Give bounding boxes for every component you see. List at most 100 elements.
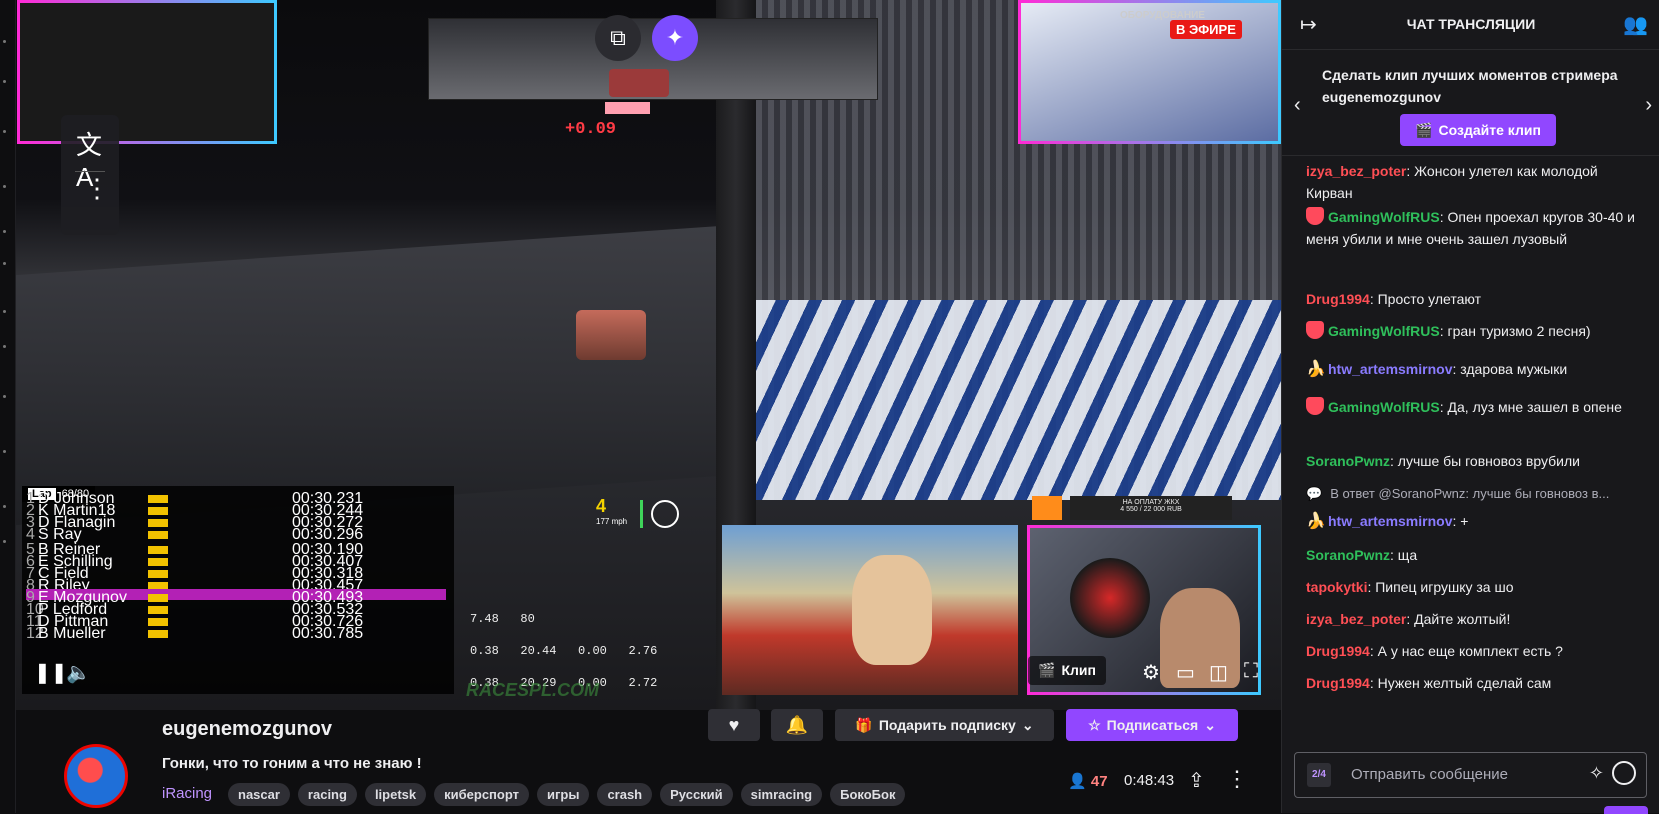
channel-points-icon[interactable]: 2/4 (1307, 763, 1331, 787)
left-nav-strip (0, 0, 16, 813)
chat-text: : Дайте жолтый! (1406, 611, 1511, 627)
chat-username[interactable]: GamingWolfRUS (1328, 209, 1440, 225)
chat-username[interactable]: Drug1994 (1306, 291, 1370, 307)
tag[interactable]: киберспорт (434, 783, 529, 806)
tag[interactable]: БокоБок (830, 783, 906, 806)
heart-icon: ♥ (728, 714, 740, 735)
tag[interactable]: crash (597, 783, 653, 806)
split-view-icon[interactable]: ◫ (1209, 660, 1228, 685)
chat-input[interactable]: 2/4 Отправить сообщение ✧ (1294, 752, 1647, 798)
chat-username[interactable]: GamingWolfRUS (1328, 399, 1440, 415)
table-row: 1D Johnson 00:30.231 (26, 490, 364, 507)
settings-icon[interactable]: ⚙ (1142, 660, 1160, 685)
tag[interactable]: игры (536, 783, 590, 806)
community-icon[interactable]: 👥 (1623, 12, 1648, 37)
chevron-left-icon[interactable]: ‹ (1294, 94, 1301, 117)
table-row: 6E Schilling 00:30.407 (26, 553, 364, 570)
chat-text: : здарова мужыки (1452, 361, 1568, 377)
table-row: 9E Mozgunov 00:30.493 (26, 589, 446, 606)
theatre-mode-icon[interactable]: ▭ (1176, 660, 1195, 685)
table-row: 8R Riley 00:30.457 (26, 577, 364, 594)
clapper-icon: 🎬 (1038, 662, 1056, 678)
gift-icon: 🎁 (855, 716, 873, 733)
chat-username[interactable]: htw_artemsmirnov (1328, 513, 1452, 529)
chat-username[interactable]: izya_bez_poter (1306, 611, 1406, 627)
live-badge: В ЭФИРЕ (1170, 20, 1242, 39)
chevron-down-icon: ⌄ (1204, 716, 1216, 733)
reply-context: 💬 В ответ @SoranoPwnz: лучше бы говновоз … (1306, 486, 1610, 501)
table-row: 12B Mueller 00:30.785 (26, 625, 364, 642)
chat-username[interactable]: GamingWolfRUS (1328, 323, 1440, 339)
chat-username[interactable]: Drug1994 (1306, 675, 1370, 691)
table-row: 2K Martin18 00:30.244 (26, 502, 364, 519)
clip-promo: ‹ Сделать клип лучших моментов стримера … (1282, 50, 1659, 156)
tools-divider (75, 171, 105, 172)
chevron-down-icon: ⌄ (1021, 716, 1034, 733)
chat-text: : + (1452, 513, 1469, 529)
chat-username[interactable]: htw_artemsmirnov (1328, 361, 1452, 377)
supporter-badge-icon (1306, 321, 1324, 340)
chat-messages: izya_bez_poter: Жонсон улетел как молодо… (1282, 158, 1659, 742)
chat-message: izya_bez_poter: Жонсон улетел как молодо… (1306, 160, 1646, 204)
popout-button[interactable]: ⧉ (595, 15, 641, 61)
chat-panel: ↦ ЧАТ ТРАНСЛЯЦИИ 👥 ‹ Сделать клип лучших… (1281, 0, 1659, 814)
chat-username[interactable]: izya_bez_poter (1306, 163, 1406, 179)
tag[interactable]: nascar (228, 783, 290, 806)
chat-message: tapokytki: Пипец игрушку за шо (1306, 576, 1646, 598)
chat-username[interactable]: Drug1994 (1306, 643, 1370, 659)
emote-icon[interactable] (1612, 761, 1636, 785)
chat-text: : Да, луз мне зашел в опене (1439, 399, 1622, 415)
chat-username[interactable]: SoranoPwnz (1306, 453, 1390, 469)
share-icon[interactable]: ⇪ (1188, 768, 1205, 793)
notifications-button[interactable]: 🔔 (771, 709, 823, 741)
popout-icon: ⧉ (610, 25, 626, 50)
promo-text: Сделать клип лучших моментов стримера eu… (1322, 67, 1618, 105)
chat-message: 🍌 htw_artemsmirnov: + (1306, 510, 1646, 532)
clip-button[interactable]: 🎬 Клип (1028, 656, 1106, 685)
chat-username[interactable]: SoranoPwnz (1306, 547, 1390, 563)
cheer-icon[interactable]: ✧ (1589, 763, 1604, 784)
chat-message: Drug1994: Просто улетают (1306, 288, 1646, 310)
throttle-bar (640, 500, 643, 528)
chat-message: Drug1994: А у нас еще комплект есть ? (1306, 640, 1646, 662)
chat-text: : лучше бы говновоз врубили (1390, 453, 1580, 469)
sparkle-icon: ✦ (665, 25, 685, 50)
gear-value: 4 (596, 496, 607, 516)
chat-message: 🍌 htw_artemsmirnov: здарова мужыки (1306, 358, 1646, 380)
chevron-right-icon[interactable]: › (1645, 94, 1652, 117)
fullscreen-icon[interactable]: ⛶ (1244, 660, 1258, 683)
chat-text: : Просто улетают (1369, 291, 1481, 307)
more-vertical-icon[interactable]: ⋮ (84, 175, 110, 201)
create-clip-button[interactable]: 🎬 Создайте клип (1400, 114, 1556, 146)
table-row: 11D Pittman 00:30.726 (26, 613, 364, 630)
chat-message: Drug1994: Нужен желтый сделай сам (1306, 672, 1646, 694)
avatar[interactable] (64, 744, 128, 808)
follow-button[interactable]: ♥ (708, 709, 760, 741)
streamer-name[interactable]: eugenemozgunov (162, 718, 332, 741)
chat-message: izya_bez_poter: Дайте жолтый! (1306, 608, 1646, 630)
tags-list: nascar racing lipetsk киберспорт игры cr… (228, 783, 906, 806)
subscribe-button[interactable]: ☆ Подписаться ⌄ (1066, 709, 1238, 741)
chat-text: : Нужен желтый сделай сам (1369, 675, 1552, 691)
pause-icon[interactable]: ❚❚ (34, 660, 68, 685)
tag[interactable]: racing (297, 783, 357, 806)
chat-username[interactable]: tapokytki (1306, 579, 1367, 595)
tag[interactable]: simracing (740, 783, 823, 806)
chat-text: : ща (1390, 547, 1418, 563)
donation-goal: НА ОПЛАТУ ЖКХ 4 550 / 22 000 RUB (1032, 496, 1232, 520)
delta-time: +0.09 (565, 120, 617, 139)
viewer-icon: 👤 (1068, 773, 1087, 790)
speed-display: 4 177 mph (596, 496, 627, 526)
tag[interactable]: lipetsk (364, 783, 427, 806)
game-link[interactable]: iRacing (162, 785, 212, 802)
tag[interactable]: Русский (660, 783, 733, 806)
more-vertical-icon[interactable]: ⋮ (1226, 766, 1248, 792)
chat-message: GamingWolfRUS: Да, луз мне зашел в опене (1306, 396, 1646, 418)
table-row: 7C Field 00:30.318 (26, 565, 364, 582)
speed-value: 177 mph (596, 517, 628, 526)
volume-icon[interactable]: 🔈 (66, 660, 91, 685)
gift-sub-button[interactable]: 🎁 Подарить подписку ⌄ (835, 709, 1054, 741)
opponent-car (576, 310, 646, 360)
watermark: RACESPL.COM (466, 680, 600, 700)
sparkle-button[interactable]: ✦ (652, 15, 698, 61)
